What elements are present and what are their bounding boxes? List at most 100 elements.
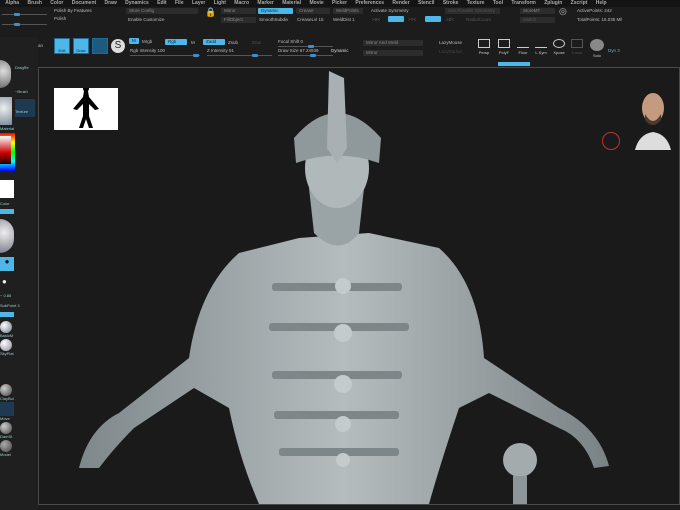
rgb-intensity-track[interactable] xyxy=(130,54,200,57)
skin-material-icon[interactable] xyxy=(0,339,12,351)
polish-label[interactable]: Polish xyxy=(54,16,66,22)
fill-object-button[interactable]: FillObject xyxy=(221,17,256,23)
menu-item-light[interactable]: Light xyxy=(210,0,231,7)
z-intensity-track[interactable] xyxy=(207,54,272,57)
dynamic-size-button[interactable]: Dynamic xyxy=(331,48,349,54)
rgb-intensity-slider[interactable]: Rgb Intensity 100 xyxy=(130,48,165,54)
store-config-button[interactable]: Store Config xyxy=(126,8,198,14)
mrgb-button[interactable]: Mrgb xyxy=(142,39,152,45)
crease-level-slider[interactable]: CreaseLvl 15 xyxy=(297,17,324,23)
texture-slot[interactable] xyxy=(15,99,35,117)
damstandard-brush-icon[interactable] xyxy=(0,422,12,434)
color-picker[interactable] xyxy=(0,133,15,171)
move-brush-icon[interactable] xyxy=(0,402,14,416)
menu-item-brush[interactable]: Brush xyxy=(23,0,46,7)
polyf-button[interactable]: PolyF xyxy=(494,39,514,59)
persp-button[interactable]: Persp xyxy=(474,39,494,59)
menu-item-help[interactable]: Help xyxy=(592,0,611,7)
claybuildup-brush-icon[interactable] xyxy=(0,384,12,396)
weld-dist-slider[interactable]: WeldDist 1 xyxy=(333,17,355,23)
menu-item-layer[interactable]: Layer xyxy=(188,0,210,7)
enable-customize-toggle[interactable]: Enable Customize xyxy=(128,17,165,23)
move-mode-button[interactable] xyxy=(92,38,108,54)
menu-item-marker[interactable]: Marker xyxy=(253,0,278,7)
focal-shift-track[interactable] xyxy=(278,45,333,48)
subpoint-label[interactable]: SubPoint 3 xyxy=(0,303,20,308)
menu-item-color[interactable]: Color xyxy=(46,0,67,7)
menu-bar: Alpha Brush Color Document Draw Dynamics Edit F… xyxy=(0,0,680,7)
zsub-button[interactable]: Zsub xyxy=(228,40,238,46)
menu-item-stencil[interactable]: Stencil xyxy=(414,0,439,7)
model-icon[interactable] xyxy=(0,440,12,452)
store-mt-button[interactable]: StoreMT xyxy=(520,8,555,14)
crease-button[interactable]: Crease xyxy=(296,8,330,14)
persp-label: Persp xyxy=(478,50,490,55)
local-button[interactable]: Local xyxy=(567,39,587,59)
menu-item-picker[interactable]: Picker xyxy=(328,0,351,7)
dynamic-solo-slider[interactable]: Dyn 3 xyxy=(608,48,620,54)
rgb-m-button[interactable]: M xyxy=(191,40,195,46)
edit-button[interactable]: Edit xyxy=(54,38,70,54)
menu-item-edit[interactable]: Edit xyxy=(153,0,171,7)
polyf-label: PolyF xyxy=(498,50,510,55)
floor-button[interactable]: Floor xyxy=(513,39,533,59)
slider[interactable] xyxy=(2,13,47,16)
rgb-button[interactable]: Rgb xyxy=(165,39,187,45)
m-button[interactable]: M xyxy=(129,38,139,44)
menu-item-document[interactable]: Document xyxy=(68,0,101,7)
menu-item-alpha[interactable]: Alpha xyxy=(1,0,23,7)
xpose-button[interactable]: Xpose xyxy=(549,39,569,59)
main-color-swatch[interactable] xyxy=(0,180,14,198)
lazymouse-toggle[interactable]: LazyMouse xyxy=(439,40,462,46)
focal-shift-slider[interactable]: Focal Shift 0 xyxy=(278,39,303,45)
menu-item-material[interactable]: Material xyxy=(278,0,305,7)
document-canvas[interactable] xyxy=(38,67,680,505)
polish-features-label[interactable]: Polish By Features xyxy=(54,8,92,14)
lazyradius-slider[interactable]: LazyRadius xyxy=(439,49,463,55)
x-symmetry-toggle[interactable] xyxy=(388,16,404,22)
slider[interactable] xyxy=(2,23,47,26)
menu-item-texture[interactable]: Texture xyxy=(463,0,489,7)
menu-item-tool[interactable]: Tool xyxy=(489,0,508,7)
draw-size-track[interactable] xyxy=(278,54,333,57)
tray-toggle[interactable] xyxy=(0,312,14,317)
dragrect-stroke-button[interactable]: DragRe xyxy=(15,65,29,70)
menu-item-preferences[interactable]: Preferences xyxy=(351,0,388,7)
menu-item-draw[interactable]: Draw xyxy=(100,0,121,7)
zadd-button[interactable]: Zadd xyxy=(203,39,225,45)
weld-points-button[interactable]: WeldPoints xyxy=(333,8,363,14)
menu-item-render[interactable]: Render xyxy=(388,0,414,7)
draw-button[interactable]: Draw xyxy=(73,38,89,54)
lsym-button[interactable]: L.Sym xyxy=(531,39,551,59)
material-thumbnail[interactable] xyxy=(0,97,12,125)
mirror-and-weld-button[interactable]: Mirror And Weld xyxy=(363,40,423,46)
y-symmetry-toggle[interactable] xyxy=(425,16,441,22)
mirror-button[interactable]: Mirror xyxy=(363,50,423,56)
posable-symmetry-button[interactable]: Use Posable Symmetry xyxy=(445,8,500,14)
dynamic-button[interactable]: Dynamic xyxy=(258,8,293,14)
solo-button[interactable]: Solo xyxy=(587,39,607,59)
radial-count-slider[interactable]: RadialCount xyxy=(466,17,491,23)
z-intensity-slider[interactable]: Z Intensity 51 xyxy=(207,48,234,54)
menu-item-zscript[interactable]: Zscript xyxy=(566,0,591,7)
mirror-button[interactable]: Mirror xyxy=(221,8,256,14)
menu-item-file[interactable]: File xyxy=(171,0,188,7)
menu-item-stroke[interactable]: Stroke xyxy=(439,0,463,7)
menu-item-movie[interactable]: Movie xyxy=(305,0,328,7)
activate-symmetry-toggle[interactable]: Activate Symmetry xyxy=(371,8,409,14)
light-icon[interactable]: ● xyxy=(0,257,14,271)
basic-material-icon[interactable] xyxy=(0,321,12,333)
bulb-icon[interactable]: ● xyxy=(2,277,7,286)
zcut-button[interactable]: Zcut xyxy=(252,40,261,46)
switch-button[interactable]: Switch xyxy=(520,17,555,23)
color-toggle[interactable] xyxy=(0,209,14,214)
menu-item-transform[interactable]: Transform xyxy=(507,0,540,7)
gyro-icon[interactable]: S xyxy=(111,39,125,53)
menu-item-dynamics[interactable]: Dynamics xyxy=(121,0,153,7)
matcap-sphere[interactable] xyxy=(0,219,14,253)
smooth-subdiv-slider[interactable]: SmoothSubdiv xyxy=(259,17,288,23)
brush-thumbnail[interactable] xyxy=(0,60,11,88)
focal-label[interactable]: ~ 0.85 xyxy=(0,293,11,298)
menu-item-macro[interactable]: Macro xyxy=(230,0,253,7)
y-axis-label: >Y< xyxy=(408,17,417,22)
